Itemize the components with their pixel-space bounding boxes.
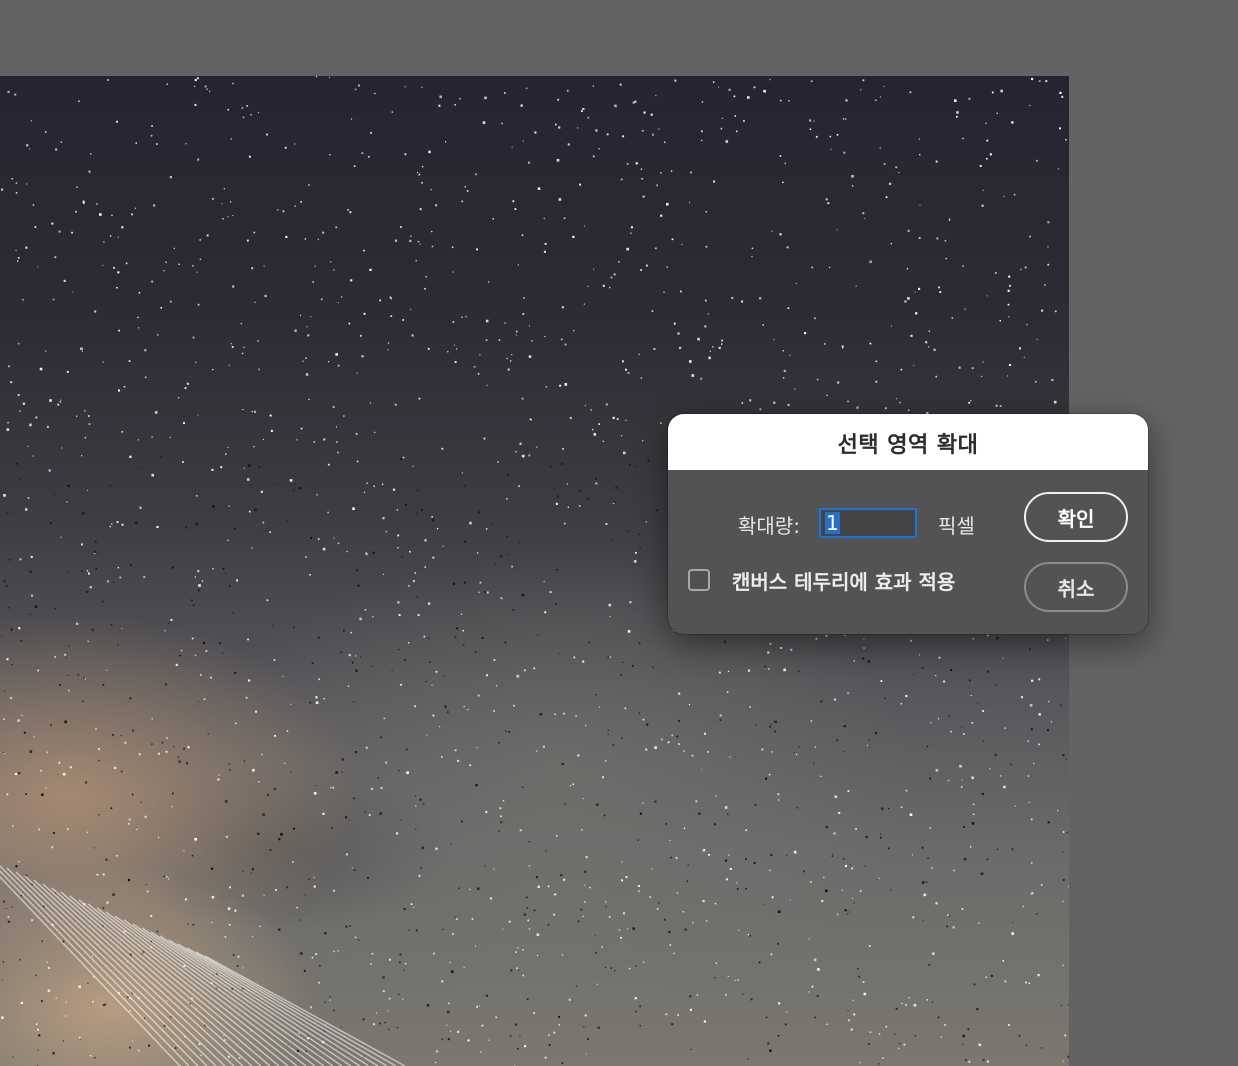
apply-canvas-bounds-checkbox[interactable]	[688, 569, 710, 591]
dialog-titlebar[interactable]: 선택 영역 확대	[668, 414, 1148, 470]
dialog-body: 확대량: 1 픽셀 캔버스 테두리에 효과 적용 확인 취소	[668, 470, 1148, 634]
expand-selection-dialog: 선택 영역 확대 확대량: 1 픽셀 캔버스 테두리에 효과 적용 확인 취소	[668, 414, 1148, 634]
ok-button[interactable]: 확인	[1024, 492, 1128, 542]
apply-canvas-bounds-label[interactable]: 캔버스 테두리에 효과 적용	[732, 566, 955, 595]
cancel-button[interactable]: 취소	[1024, 562, 1128, 612]
expand-amount-label: 확대량:	[738, 514, 800, 538]
dialog-title: 선택 영역 확대	[837, 433, 979, 458]
expand-amount-value[interactable]: 1	[825, 512, 840, 534]
expand-amount-input[interactable]: 1	[819, 508, 917, 538]
pixel-unit-label: 픽셀	[938, 514, 975, 538]
workspace-background: 선택 영역 확대 확대량: 1 픽셀 캔버스 테두리에 효과 적용 확인 취소	[0, 0, 1238, 1066]
